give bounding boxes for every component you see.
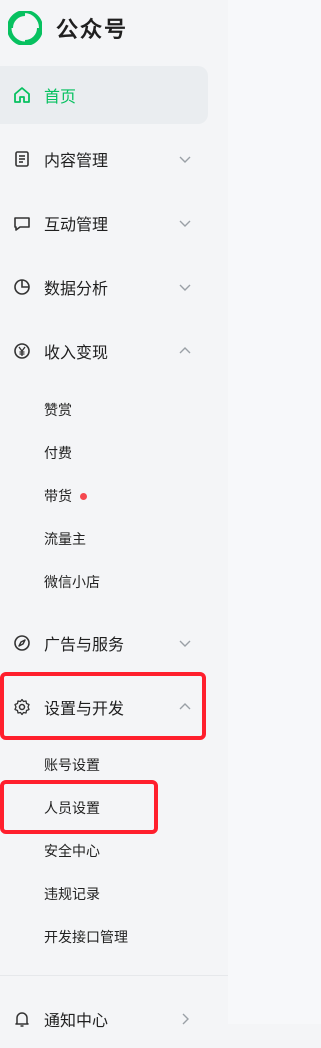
subnav-item-wechat-store[interactable]: 微信小店 (44, 568, 100, 596)
chevron-up-icon[interactable] (178, 344, 192, 358)
brand[interactable]: 公众号 (8, 8, 128, 48)
pie-chart-icon (12, 277, 32, 297)
sidebar: 公众号 首页 内容管理 互动管理 数据分析 收入变现 赞赏 付费 带货 流量主 … (0, 0, 228, 1030)
nav-notification-center[interactable]: 通知中心 (0, 990, 208, 1048)
chevron-down-icon[interactable] (178, 216, 192, 230)
highlight-box-settings-development (0, 672, 206, 740)
nav-notification-center-label: 通知中心 (44, 1011, 109, 1030)
chevron-down-icon[interactable] (178, 636, 192, 650)
bell-icon (12, 1009, 32, 1029)
nav-content-management-label: 内容管理 (44, 151, 109, 170)
nav-content-management[interactable]: 内容管理 (0, 130, 208, 188)
nav-interaction-management-label: 互动管理 (44, 215, 109, 234)
nav-interaction-management[interactable]: 互动管理 (0, 194, 208, 252)
subnav-item-security-center[interactable]: 安全中心 (44, 837, 100, 865)
wechat-official-account-logo-icon (8, 11, 42, 45)
chevron-down-icon[interactable] (178, 280, 192, 294)
subnav-item-commerce[interactable]: 带货 (44, 482, 87, 510)
nav-monetization[interactable]: 收入变现 (0, 322, 208, 380)
nav-monetization-label: 收入变现 (44, 343, 109, 362)
nav-data-analysis[interactable]: 数据分析 (0, 258, 208, 316)
chat-bubble-icon (12, 213, 32, 233)
sidebar-divider (0, 975, 228, 976)
home-icon (12, 85, 32, 105)
app-title: 公众号 (56, 18, 129, 43)
subnav-item-account-settings[interactable]: 账号设置 (44, 751, 100, 779)
content-area-blank (228, 0, 321, 1024)
subnav-item-dev-api-management[interactable]: 开发接口管理 (44, 923, 128, 951)
highlight-box-member-settings (0, 780, 158, 834)
chevron-down-icon[interactable] (178, 152, 192, 166)
compass-icon (12, 633, 32, 653)
nav-home-label: 首页 (44, 87, 77, 106)
document-icon (12, 149, 32, 169)
nav-home[interactable]: 首页 (0, 66, 208, 124)
notification-dot (80, 492, 87, 500)
nav-ads-services-label: 广告与服务 (44, 635, 125, 654)
nav-data-analysis-label: 数据分析 (44, 279, 109, 298)
subnav-item-traffic-owner[interactable]: 流量主 (44, 525, 86, 553)
subnav-item-paid[interactable]: 付费 (44, 439, 72, 467)
nav-ads-services[interactable]: 广告与服务 (0, 614, 208, 672)
subnav-item-violation-records[interactable]: 违规记录 (44, 880, 100, 908)
yen-circle-icon (12, 341, 32, 361)
subnav-item-tips[interactable]: 赞赏 (44, 396, 72, 424)
subnav-item-commerce-label: 带货 (44, 489, 72, 505)
